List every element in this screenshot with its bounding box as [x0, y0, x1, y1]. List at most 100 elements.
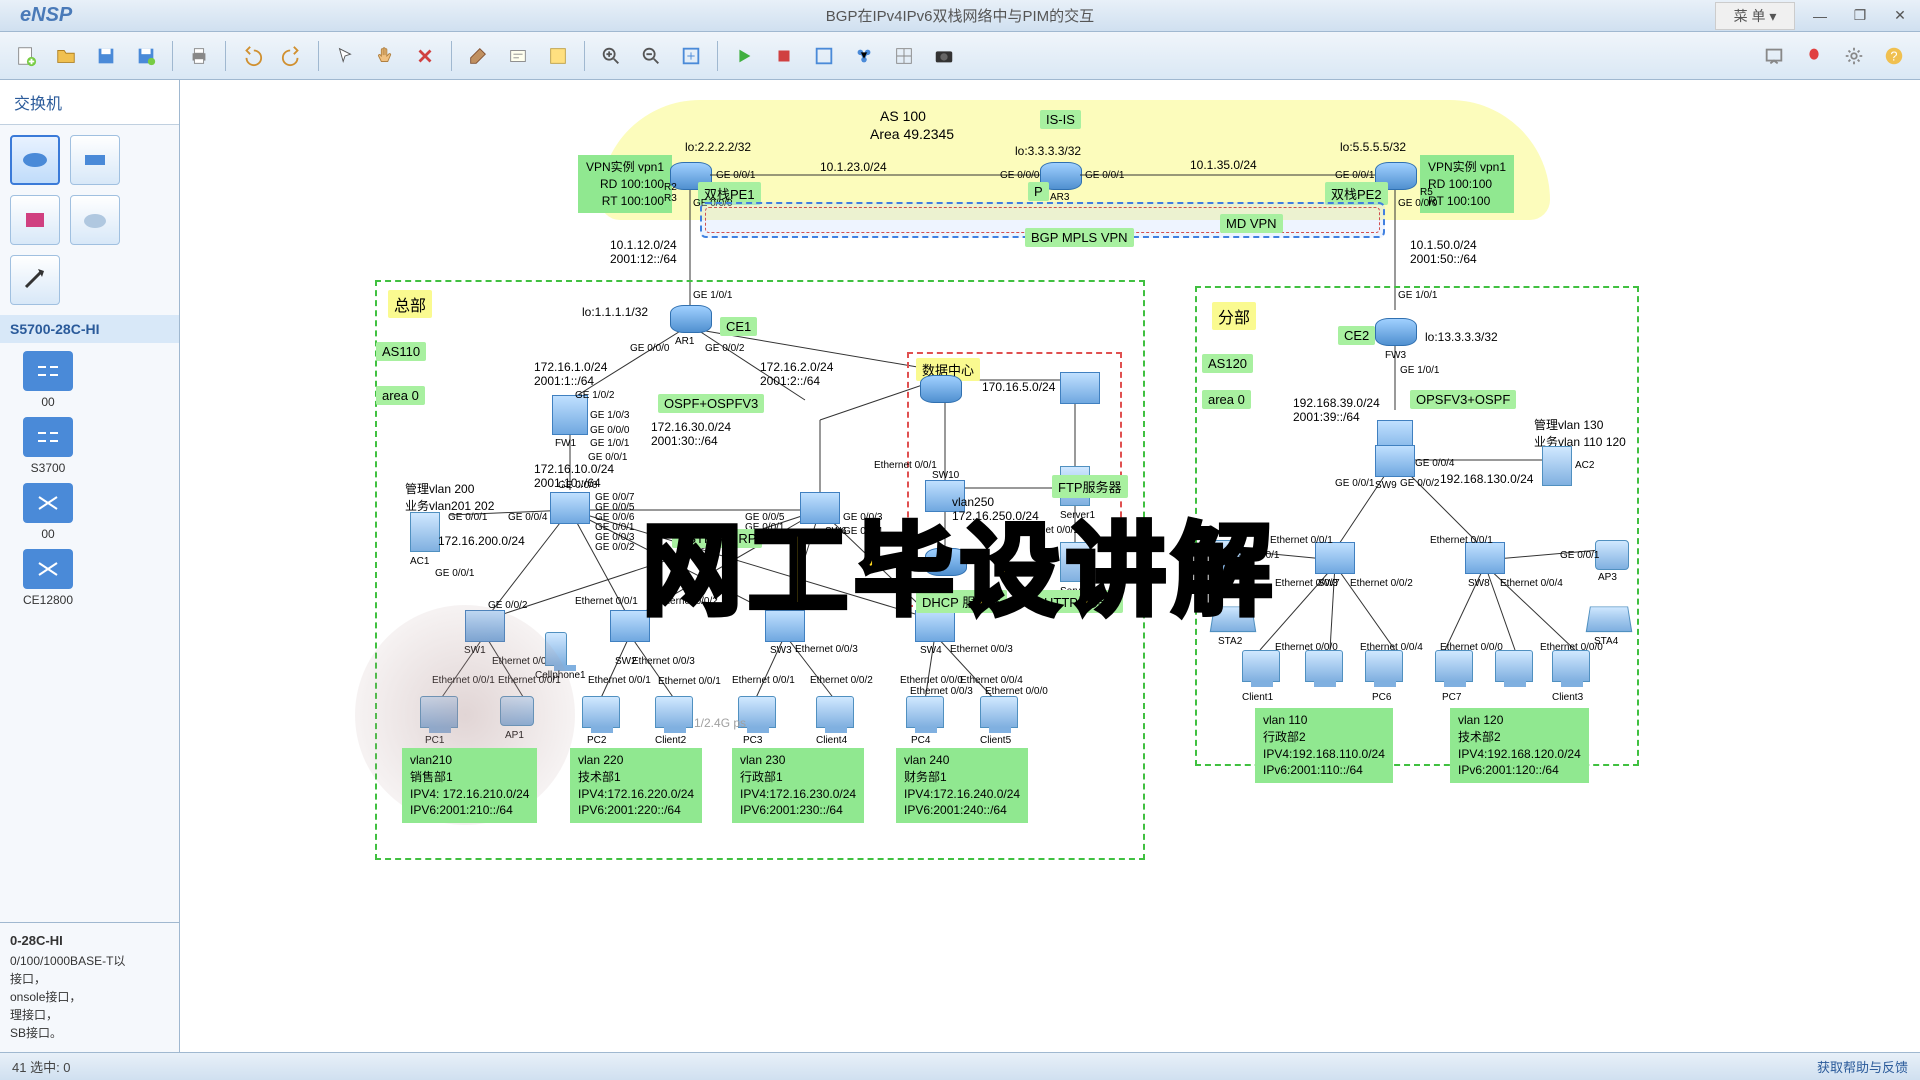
- pc-extra2[interactable]: [1495, 650, 1533, 682]
- pe1-ce1-net: 10.1.12.0/24 2001:12::/64: [610, 238, 677, 266]
- device-info-title: 0-28C-HI: [10, 933, 169, 948]
- branch-ospf-tag: OPSFV3+OSPF: [1410, 390, 1516, 409]
- note-button[interactable]: [540, 38, 576, 74]
- switch-sw9[interactable]: [1375, 445, 1415, 477]
- ap3[interactable]: [1595, 540, 1629, 570]
- as100-label: AS 100: [880, 108, 926, 124]
- switch-sw4[interactable]: [915, 610, 955, 642]
- category-link[interactable]: [10, 255, 60, 305]
- pe1-sub: R2 R3: [664, 182, 677, 204]
- pe1-vpn-info: VPN实例 vpn1 RD 100:100 RT 100:100: [578, 155, 672, 213]
- close-button[interactable]: ✕: [1880, 2, 1920, 30]
- category-switch[interactable]: [70, 135, 120, 185]
- router-ar9[interactable]: [925, 548, 967, 576]
- category-cloud[interactable]: [70, 195, 120, 245]
- ce1-loopback: lo:1.1.1.1/32: [582, 305, 648, 319]
- client1[interactable]: [1242, 650, 1280, 682]
- huawei-icon[interactable]: [1796, 38, 1832, 74]
- sta4[interactable]: [1586, 606, 1633, 632]
- device-list: S5700-28C-HI 00 S3700 00 CE12800: [0, 315, 179, 922]
- ac1-net: 172.16.200.0/24: [438, 534, 525, 548]
- titlebar: eNSP BGP在IPv4IPv6双栈网络中与PIM的交互 菜 单 ▾ — ❐ …: [0, 0, 1920, 32]
- sidebar-tab-devices[interactable]: 交换机: [0, 80, 179, 125]
- settings-button[interactable]: [1836, 38, 1872, 74]
- client5[interactable]: [980, 696, 1018, 728]
- category-wlan[interactable]: [10, 195, 60, 245]
- topology-canvas[interactable]: AS 100 Area 49.2345 IS-IS VPN实例 vpn1 RD …: [180, 80, 1920, 1052]
- delete-button[interactable]: [407, 38, 443, 74]
- save-button[interactable]: [88, 38, 124, 74]
- ap2[interactable]: [1210, 540, 1244, 570]
- switch-sw8[interactable]: [1465, 542, 1505, 574]
- device-item[interactable]: CE12800: [8, 549, 88, 607]
- device-ac2[interactable]: [1542, 446, 1572, 486]
- branch-title: 分部: [1212, 302, 1256, 330]
- svg-text:?: ?: [1890, 48, 1897, 63]
- broom-button[interactable]: [460, 38, 496, 74]
- new-button[interactable]: [8, 38, 44, 74]
- client4[interactable]: [816, 696, 854, 728]
- save-as-button[interactable]: [128, 38, 164, 74]
- zoom-out-button[interactable]: [633, 38, 669, 74]
- pc7[interactable]: [1435, 650, 1473, 682]
- redo-button[interactable]: [274, 38, 310, 74]
- help-link[interactable]: 获取帮助与反馈: [1817, 1057, 1908, 1076]
- client2[interactable]: [655, 696, 693, 728]
- server2[interactable]: [1060, 542, 1090, 582]
- pc4[interactable]: [906, 696, 944, 728]
- switch-sw2[interactable]: [610, 610, 650, 642]
- switch-sw6[interactable]: [800, 492, 840, 524]
- status-left: 41 选中: 0: [12, 1057, 71, 1076]
- pe1-loopback: lo:2.2.2.2/32: [685, 140, 751, 154]
- feedback-button[interactable]: [1756, 38, 1792, 74]
- area-label: Area 49.2345: [870, 126, 954, 142]
- firewall-fw1[interactable]: [552, 395, 588, 435]
- device-ac1[interactable]: [410, 512, 440, 552]
- sidebar: 交换机 S5700-28C-HI 00 S3700 00 CE12800 0-2…: [0, 80, 180, 1052]
- maximize-button[interactable]: ❐: [1840, 2, 1880, 30]
- category-router[interactable]: [10, 135, 60, 185]
- device-item[interactable]: 00: [8, 351, 88, 409]
- minimize-button[interactable]: —: [1800, 2, 1840, 30]
- hq-net1: 172.16.1.0/24 2001:1::/64: [534, 360, 607, 388]
- vlan110-info: vlan 110 行政部2 IPV4:192.168.110.0/24 IPv6…: [1255, 708, 1393, 783]
- switch-sw7[interactable]: [1315, 542, 1355, 574]
- open-button[interactable]: [48, 38, 84, 74]
- help-button[interactable]: ?: [1876, 38, 1912, 74]
- switch-sw5[interactable]: [550, 492, 590, 524]
- pointer-button[interactable]: [327, 38, 363, 74]
- pc2[interactable]: [582, 696, 620, 728]
- branch-net130: 192.168.130.0/24: [1440, 472, 1533, 486]
- capture-button[interactable]: [806, 38, 842, 74]
- screenshot-button[interactable]: [926, 38, 962, 74]
- sta2[interactable]: [1210, 606, 1257, 632]
- router-dc1[interactable]: [920, 375, 962, 403]
- hstp-tag: HSTP+VRRP: [672, 529, 762, 548]
- hq-as: AS110: [376, 342, 426, 361]
- router-ce2[interactable]: [1375, 318, 1417, 346]
- start-button[interactable]: [726, 38, 762, 74]
- print-button[interactable]: [181, 38, 217, 74]
- hq-mgmt-vlan: 管理vlan 200 业务vlan201 202: [405, 480, 494, 514]
- hq-area: area 0: [376, 386, 425, 405]
- text-button[interactable]: [500, 38, 536, 74]
- pc6[interactable]: [1365, 650, 1403, 682]
- export-button[interactable]: [846, 38, 882, 74]
- undo-button[interactable]: [234, 38, 270, 74]
- device-item[interactable]: 00: [8, 483, 88, 541]
- stop-button[interactable]: [766, 38, 802, 74]
- hand-button[interactable]: [367, 38, 403, 74]
- fit-button[interactable]: [673, 38, 709, 74]
- switch-sw3[interactable]: [765, 610, 805, 642]
- device-item[interactable]: S3700: [8, 417, 88, 475]
- zoom-in-button[interactable]: [593, 38, 629, 74]
- vlan120-info: vlan 120 技术部2 IPV4:192.168.120.0/24 IPv6…: [1450, 708, 1589, 783]
- router-ce1[interactable]: [670, 305, 712, 333]
- client3[interactable]: [1552, 650, 1590, 682]
- grid-button[interactable]: [886, 38, 922, 74]
- pe2-ce2-net: 10.1.50.0/24 2001:50::/64: [1410, 238, 1477, 266]
- pc-extra[interactable]: [1305, 650, 1343, 682]
- ce2-loopback: lo:13.3.3.3/32: [1425, 330, 1498, 344]
- switch-dc1[interactable]: [1060, 372, 1100, 404]
- menu-button[interactable]: 菜 单 ▾: [1715, 2, 1795, 30]
